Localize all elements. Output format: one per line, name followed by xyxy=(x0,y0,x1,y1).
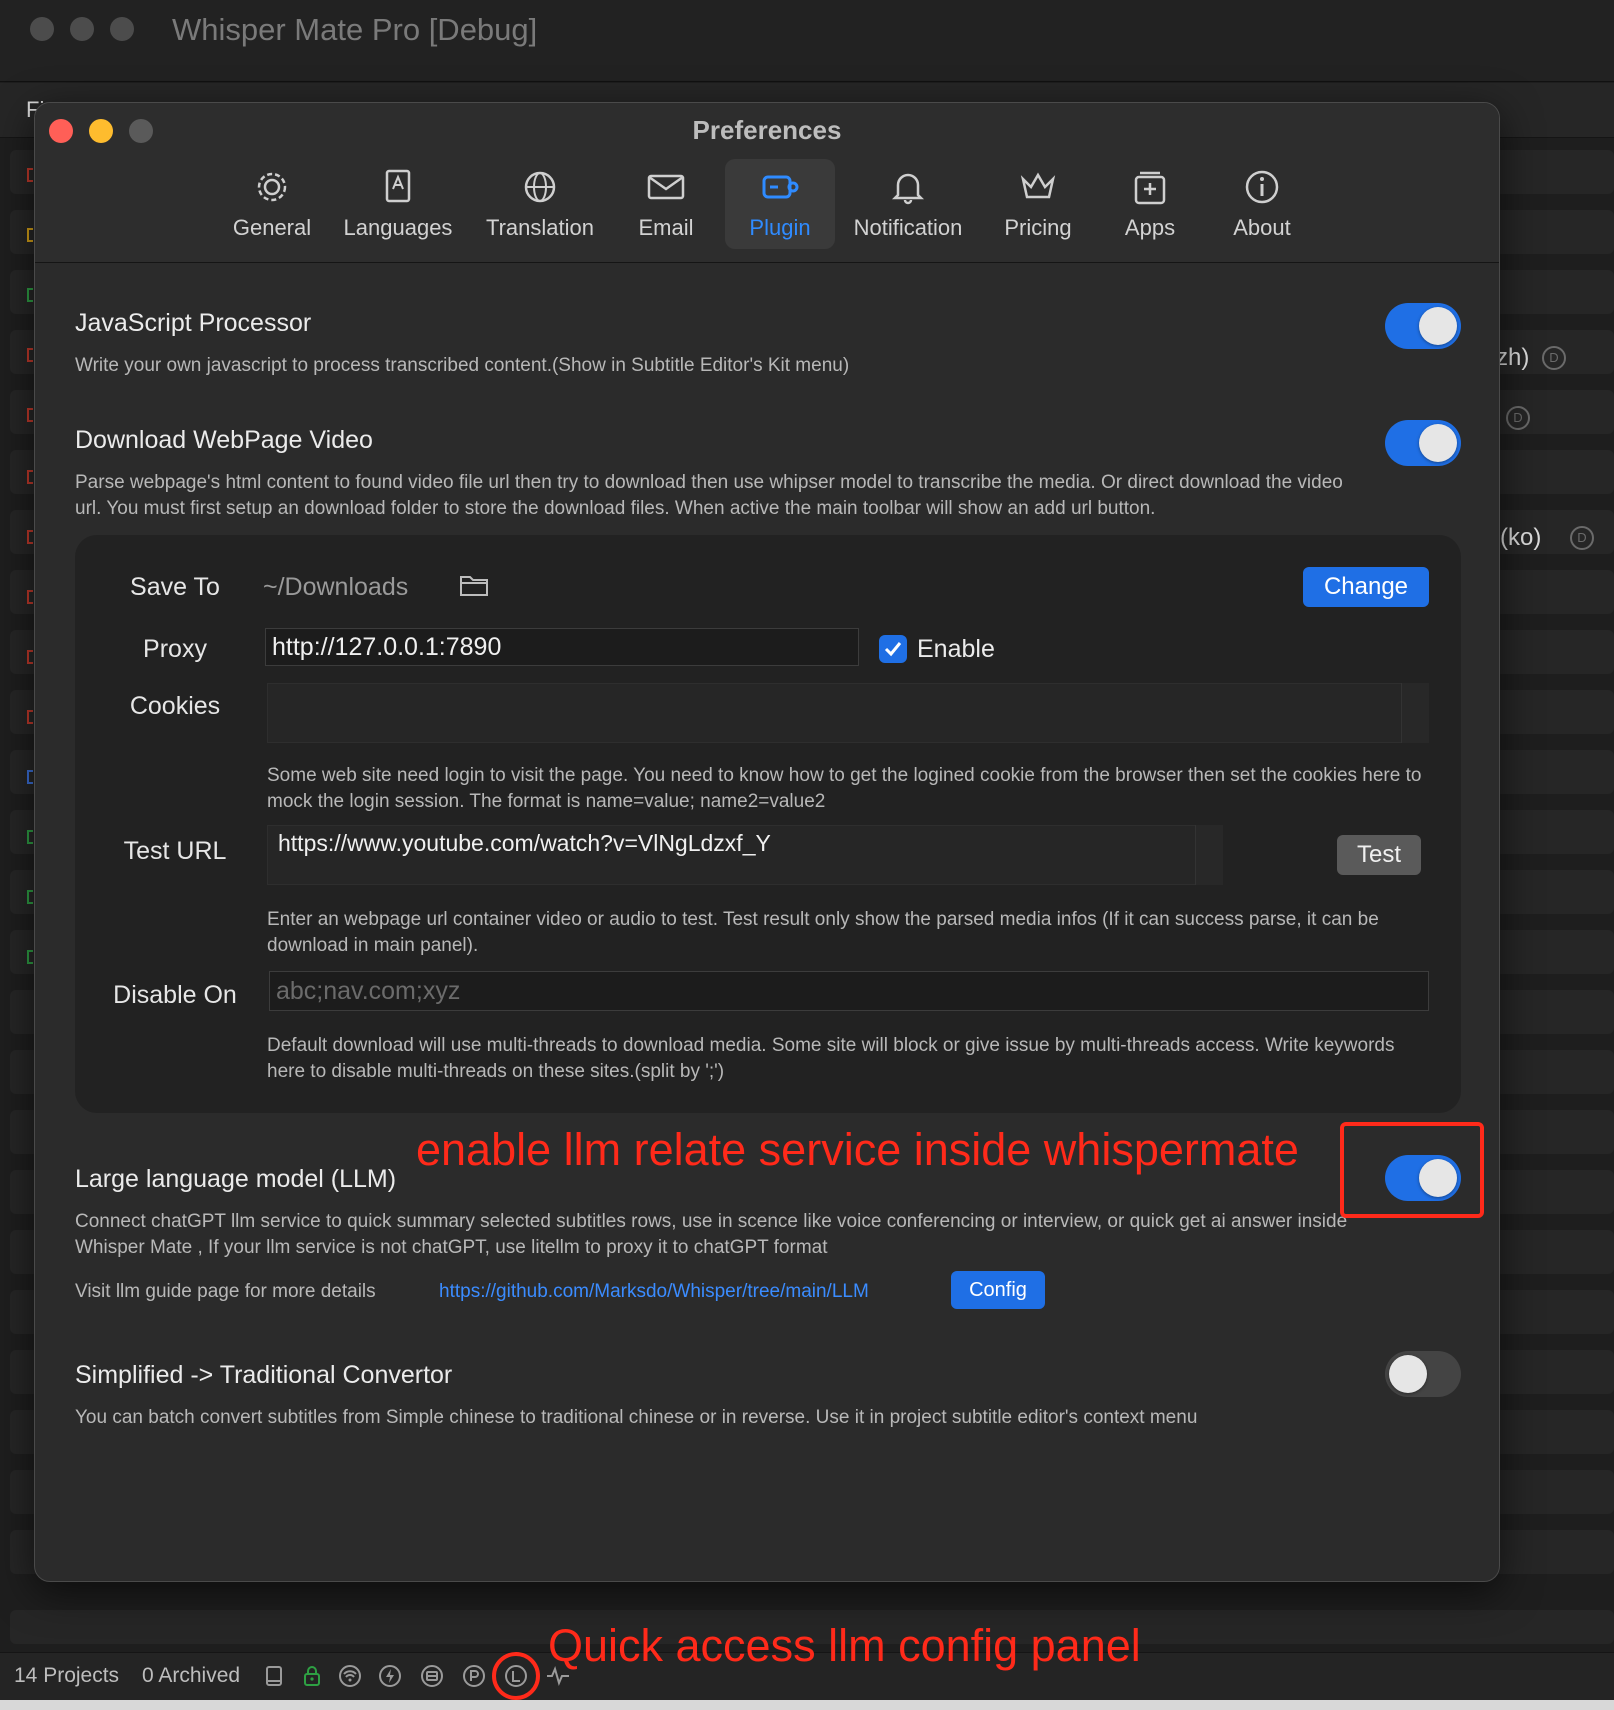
download-settings-panel: Save To ~/Downloads Change Proxy http://… xyxy=(75,535,1461,1113)
save-to-label: Save To xyxy=(130,573,220,601)
tab-languages[interactable]: Languages xyxy=(343,159,453,249)
disable-on-input[interactable]: abc;nav.com;xyz xyxy=(269,971,1429,1011)
llm-icon-highlight xyxy=(492,1652,540,1700)
tab-plugin[interactable]: Plugin xyxy=(725,159,835,249)
archived-count[interactable]: 0 Archived xyxy=(142,1664,240,1688)
storage-icon[interactable] xyxy=(420,1664,444,1688)
tab-general[interactable]: General xyxy=(217,159,327,249)
projects-count[interactable]: 14 Projects xyxy=(14,1664,119,1688)
toggle-knob xyxy=(1419,424,1457,462)
toggle-knob xyxy=(1389,1355,1427,1393)
tab-about-label: About xyxy=(1233,215,1291,240)
envelope-icon xyxy=(647,174,685,200)
test-url-button[interactable]: Test xyxy=(1337,835,1421,875)
js-processor-toggle[interactable] xyxy=(1385,303,1461,349)
test-url-input[interactable]: https://www.youtube.com/watch?v=VlNgLdzx… xyxy=(267,825,1223,885)
convertor-title: Simplified -> Traditional Convertor xyxy=(75,1361,453,1389)
proxy-enable-label: Enable xyxy=(917,635,995,663)
main-close-button[interactable] xyxy=(30,17,54,41)
notebook-icon[interactable] xyxy=(262,1664,286,1688)
toggle-knob xyxy=(1419,307,1457,345)
llm-toggle-highlight xyxy=(1340,1122,1484,1218)
main-minimize-button[interactable] xyxy=(70,17,94,41)
download-video-description: Parse webpage's html content to found vi… xyxy=(75,472,1343,519)
tab-notification-label: Notification xyxy=(853,215,963,240)
main-window-title: Whisper Mate Pro [Debug] xyxy=(172,12,538,47)
preferences-window: Preferences General Languages Translatio… xyxy=(34,102,1500,1582)
bolt-icon[interactable] xyxy=(378,1664,402,1688)
llm-description: Connect chatGPT llm service to quick sum… xyxy=(75,1211,1348,1258)
background-list-text: zh) xyxy=(1496,344,1530,371)
tab-notification[interactable]: Notification xyxy=(853,159,963,249)
test-url-scrollbar[interactable] xyxy=(1195,825,1223,885)
crown-icon xyxy=(1020,172,1056,199)
background-list-text: (ko) xyxy=(1500,524,1542,551)
llm-toggle-annotation: enable llm relate service inside whisper… xyxy=(416,1124,1299,1175)
preferences-toolbar: Preferences General Languages Translatio… xyxy=(35,103,1499,263)
badge-d-icon: D xyxy=(1542,346,1566,370)
change-folder-button[interactable]: Change xyxy=(1303,567,1429,607)
cookies-scrollbar[interactable] xyxy=(1401,683,1429,743)
tab-about[interactable]: About xyxy=(1207,159,1317,249)
window-bottom-edge xyxy=(0,1700,1614,1710)
disable-on-help-text: Default download will use multi-threads … xyxy=(267,1035,1395,1082)
badge-d-icon: D xyxy=(1506,406,1530,430)
save-to-path: ~/Downloads xyxy=(263,573,409,601)
dictionary-icon xyxy=(385,169,411,203)
cookies-help-text: Some web site need login to visit the pa… xyxy=(267,765,1422,812)
llm-config-button[interactable]: Config xyxy=(951,1271,1045,1309)
test-url-label: Test URL xyxy=(123,837,227,865)
tab-translation[interactable]: Translation xyxy=(485,159,595,249)
folder-icon[interactable] xyxy=(459,571,489,604)
wifi-icon[interactable] xyxy=(338,1664,362,1688)
checkmark-icon xyxy=(884,642,902,657)
tab-languages-label: Languages xyxy=(343,215,453,240)
gear-icon xyxy=(257,172,287,202)
convertor-description: You can batch convert subtitles from Sim… xyxy=(75,1407,1198,1428)
bell-icon xyxy=(891,173,925,205)
convertor-toggle[interactable] xyxy=(1385,1351,1461,1397)
llm-guide-text: Visit llm guide page for more details xyxy=(75,1281,376,1302)
js-processor-title: JavaScript Processor xyxy=(75,309,312,337)
badge-d-icon: D xyxy=(1570,526,1594,550)
llm-guide-link[interactable]: https://github.com/Marksdo/Whisper/tree/… xyxy=(439,1281,869,1303)
js-processor-description: Write your own javascript to process tra… xyxy=(75,355,850,376)
download-video-toggle[interactable] xyxy=(1385,420,1461,466)
proxy-label: Proxy xyxy=(143,635,207,663)
preferences-title: Preferences xyxy=(692,115,842,145)
proxy-input[interactable]: http://127.0.0.1:7890 xyxy=(265,628,859,666)
plugin-icon xyxy=(762,175,799,199)
disable-on-label: Disable On xyxy=(113,981,237,1009)
download-video-title: Download WebPage Video xyxy=(75,426,373,454)
llm-title: Large language model (LLM) xyxy=(75,1165,397,1193)
main-zoom-button[interactable] xyxy=(110,17,134,41)
lock-icon[interactable] xyxy=(300,1664,324,1688)
globe-icon xyxy=(524,171,556,203)
p-circle-icon[interactable] xyxy=(462,1664,486,1688)
info-icon xyxy=(1245,170,1279,204)
cookies-input[interactable] xyxy=(267,683,1429,743)
proxy-enable-checkbox[interactable] xyxy=(879,635,907,663)
test-url-help-text: Enter an webpage url container video or … xyxy=(267,909,1379,956)
status-annotation: Quick access llm config panel xyxy=(548,1620,1141,1671)
cookies-label: Cookies xyxy=(129,692,221,720)
apps-icon xyxy=(1134,171,1166,205)
